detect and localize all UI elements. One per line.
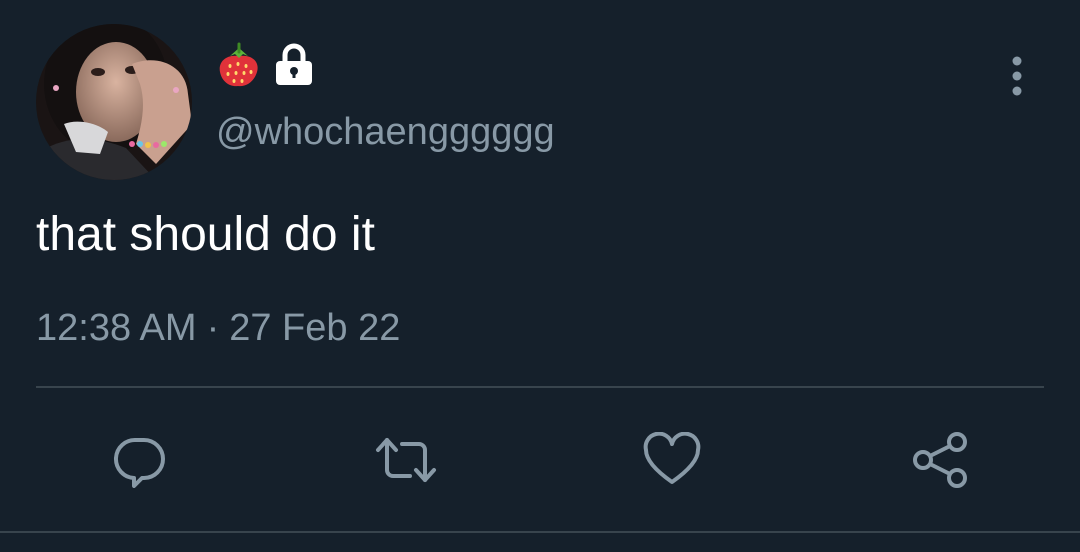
- retweet-button[interactable]: [374, 428, 438, 492]
- tweet-time: 12:38 AM: [36, 307, 197, 349]
- tweet-detail: @whochaengggggg that should do it 12:38 …: [0, 0, 1080, 552]
- more-vertical-icon: [1012, 56, 1022, 96]
- heart-icon: [643, 432, 701, 484]
- user-handle[interactable]: @whochaengggggg: [216, 108, 555, 156]
- more-options-button[interactable]: [1004, 56, 1030, 96]
- tweet-text: that should do it: [36, 208, 375, 261]
- share-button[interactable]: [908, 428, 972, 492]
- tweet-date: 27 Feb 22: [229, 307, 401, 349]
- tweet-timestamp[interactable]: 12:38 AM · 27 Feb 22: [36, 304, 400, 352]
- lock-icon: [276, 43, 312, 85]
- strawberry-emoji-icon: [219, 42, 258, 87]
- bottom-divider: [0, 531, 1080, 533]
- like-button[interactable]: [640, 428, 704, 492]
- reply-button[interactable]: [108, 428, 172, 492]
- retweet-icon: [376, 438, 436, 482]
- avatar-image: [36, 24, 192, 180]
- reply-icon: [113, 437, 165, 488]
- display-name: [216, 40, 316, 90]
- meta-separator: ·: [206, 307, 220, 349]
- share-icon: [913, 432, 967, 488]
- divider: [36, 386, 1044, 388]
- avatar[interactable]: [36, 24, 192, 180]
